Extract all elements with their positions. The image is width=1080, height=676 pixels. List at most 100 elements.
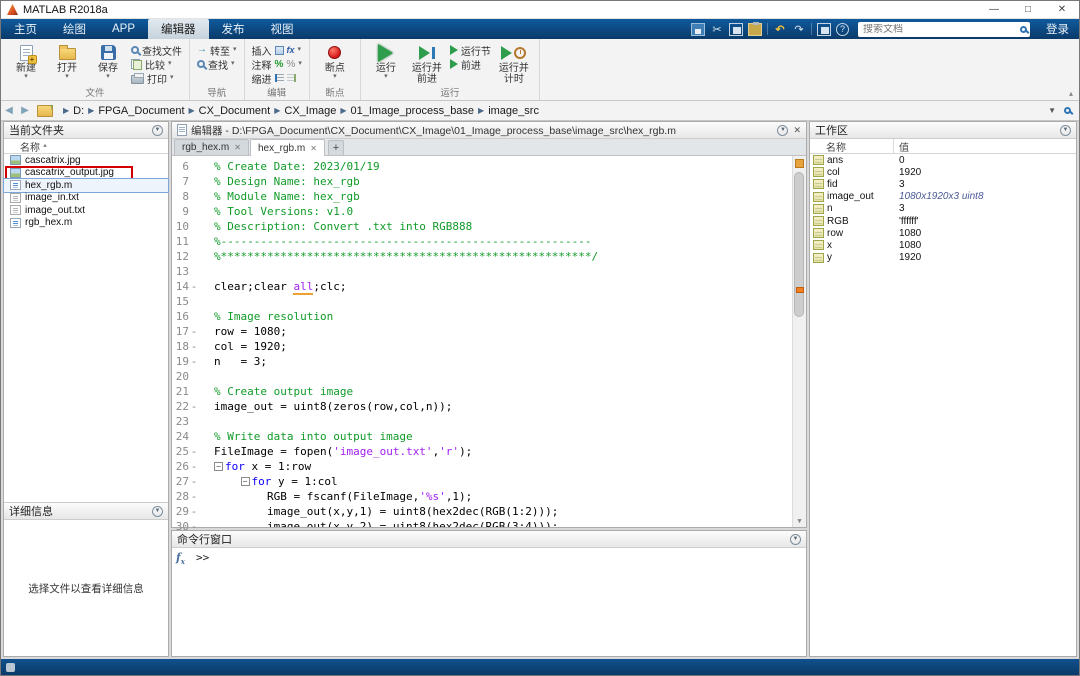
workspace-variable-row[interactable]: ans0 <box>810 154 1076 166</box>
quick-save-icon[interactable] <box>691 23 705 36</box>
find-label: 查找 <box>208 57 228 72</box>
workspace-variable-row[interactable]: n3 <box>810 203 1076 215</box>
command-window-body[interactable]: fx >> <box>172 548 806 656</box>
workspace-column-header[interactable]: 名称 值 <box>810 139 1076 154</box>
find-files-button[interactable]: 查找文件 <box>131 43 182 57</box>
minimize-button[interactable]: — <box>977 1 1011 18</box>
ribbon-tab-0[interactable]: 主页 <box>1 19 50 39</box>
breadcrumb-segment[interactable]: FPGA_Document <box>98 105 184 117</box>
workspace-variable-row[interactable]: y1920 <box>810 252 1076 264</box>
file-type-icon <box>10 180 21 190</box>
code-lines[interactable]: % Create Date: 2023/01/19% Design Name: … <box>199 156 792 527</box>
cut-icon[interactable]: ✂ <box>710 23 724 36</box>
goto-button[interactable]: → 转至 ▾ <box>197 43 237 57</box>
command-prompt[interactable]: >> <box>196 551 209 564</box>
folder-search-icon[interactable] <box>1064 107 1071 114</box>
file-row[interactable]: image_out.txt <box>4 204 168 217</box>
workspace-variable-row[interactable]: row1080 <box>810 227 1076 239</box>
find-button[interactable]: 查找 ▾ <box>197 57 237 71</box>
comment-button[interactable]: 注释 % % ▾ <box>252 57 302 71</box>
workspace-variable-row[interactable]: image_out1080x1920x3 uint8 <box>810 191 1076 203</box>
doc-search-box[interactable] <box>858 22 1030 37</box>
details-header[interactable]: 详细信息 ▼ <box>4 503 168 520</box>
search-icon[interactable] <box>1020 26 1027 33</box>
ribbon-tab-5[interactable]: 视图 <box>258 19 307 39</box>
panel-menu-icon[interactable]: ▼ <box>790 534 801 545</box>
breadcrumb-segment[interactable]: 01_Image_process_base <box>351 105 475 117</box>
open-button[interactable]: 打开 ▾ <box>49 42 85 87</box>
details-collapse-icon[interactable]: ▼ <box>152 506 163 517</box>
advance-button[interactable]: 前进 <box>450 57 491 71</box>
ribbon-tab-1[interactable]: 绘图 <box>50 19 99 39</box>
folder-column-header[interactable]: 名称 ▲ <box>4 139 168 154</box>
line-number: 9 <box>172 204 199 219</box>
fold-icon[interactable]: − <box>241 477 250 486</box>
close-tab-icon[interactable]: ✕ <box>310 144 317 153</box>
breadcrumb-segment[interactable]: CX_Image <box>284 105 336 117</box>
workspace-variable-row[interactable]: x1080 <box>810 239 1076 251</box>
workspace-variable-row[interactable]: col1920 <box>810 166 1076 178</box>
editor-close-icon[interactable]: ✕ <box>793 125 801 136</box>
file-row[interactable]: rgb_hex.m <box>4 217 168 230</box>
copy-icon[interactable] <box>729 23 743 36</box>
code-analyzer-indicator[interactable] <box>795 159 804 168</box>
variable-name-cell: fid <box>810 179 894 190</box>
code-token: % Create Date: 2023/01/19 <box>214 160 380 173</box>
executable-line-dash <box>189 369 199 384</box>
file-row[interactable]: cascatrix.jpg <box>4 154 168 167</box>
new-script-button[interactable]: + 新建 ▾ <box>8 42 44 87</box>
fx-icon[interactable]: fx <box>176 551 185 566</box>
indent-button[interactable]: 缩进 <box>252 71 302 85</box>
workspace-variable-row[interactable]: RGB'ffffff' <box>810 215 1076 227</box>
editor-menu-icon[interactable]: ▼ <box>777 125 788 136</box>
goto-arrow-icon: → <box>197 45 207 55</box>
editor-tab-0[interactable]: rgb_hex.m✕ <box>174 139 249 155</box>
undo-icon[interactable]: ↶ <box>773 23 787 36</box>
maximize-button[interactable]: □ <box>1011 1 1045 18</box>
panel-menu-icon[interactable]: ▼ <box>152 125 163 136</box>
switch-windows-icon[interactable] <box>817 23 831 36</box>
save-button[interactable]: 保存 ▾ <box>90 42 126 87</box>
compare-button[interactable]: 比较 ▾ <box>131 57 182 71</box>
editor-tab-1[interactable]: hex_rgb.m✕ <box>250 139 325 156</box>
ribbon-tab-4[interactable]: 发布 <box>209 19 258 39</box>
scrollbar-thumb[interactable] <box>794 172 804 317</box>
new-tab-button[interactable]: + <box>328 140 344 155</box>
breadcrumb-segment[interactable]: D: <box>73 105 84 117</box>
clock-icon <box>514 47 526 59</box>
back-icon[interactable]: ◀ <box>1 105 17 116</box>
file-row[interactable]: image_in.txt <box>4 192 168 205</box>
run-button[interactable]: 运行 ▾ <box>368 42 404 87</box>
run-and-advance-button[interactable]: 运行并前进 <box>409 42 445 87</box>
breadcrumb-segment[interactable]: CX_Document <box>199 105 271 117</box>
panel-menu-icon[interactable]: ▼ <box>1060 125 1071 136</box>
print-button[interactable]: 打印 ▾ <box>131 71 182 85</box>
code-area[interactable]: 67891011121314-151617-18-19-202122-23242… <box>172 156 806 527</box>
run-section-button[interactable]: 运行节 <box>450 43 491 57</box>
ribbon-tab-3[interactable]: 编辑器 <box>148 19 209 39</box>
editor-scrollbar[interactable]: ▲ ▼ <box>792 156 806 527</box>
file-row[interactable]: cascatrix_output.jpg <box>4 167 168 180</box>
breakpoints-button[interactable]: 断点 ▾ <box>317 42 353 87</box>
paste-icon[interactable] <box>748 23 762 36</box>
doc-search-input[interactable] <box>863 24 1020 35</box>
forward-icon[interactable]: ▶ <box>17 105 33 116</box>
up-one-level-icon[interactable] <box>37 105 53 117</box>
run-and-time-button[interactable]: 运行并计时 <box>496 42 532 87</box>
code-token: % Description: Convert .txt into RGB888 <box>214 220 472 233</box>
recent-folders-dropdown-icon[interactable]: ▼ <box>1048 106 1056 115</box>
redo-icon[interactable]: ↷ <box>792 23 806 36</box>
breadcrumb-segment[interactable]: image_src <box>488 105 539 117</box>
file-row[interactable]: hex_rgb.m <box>4 179 168 192</box>
close-button[interactable]: ✕ <box>1045 1 1079 18</box>
insert-button[interactable]: 插入 fx ▾ <box>252 43 302 57</box>
ribbon-tab-2[interactable]: APP <box>99 19 148 39</box>
fold-icon[interactable]: − <box>214 462 223 471</box>
collapse-ribbon-icon[interactable]: ▴ <box>1069 89 1073 98</box>
warning-marker[interactable] <box>796 287 804 293</box>
sign-in-button[interactable]: 登录 <box>1036 19 1079 39</box>
close-tab-icon[interactable]: ✕ <box>234 143 241 152</box>
workspace-variable-row[interactable]: fid3 <box>810 178 1076 190</box>
help-icon[interactable]: ? <box>836 23 849 36</box>
scroll-down-icon[interactable]: ▼ <box>793 515 806 527</box>
